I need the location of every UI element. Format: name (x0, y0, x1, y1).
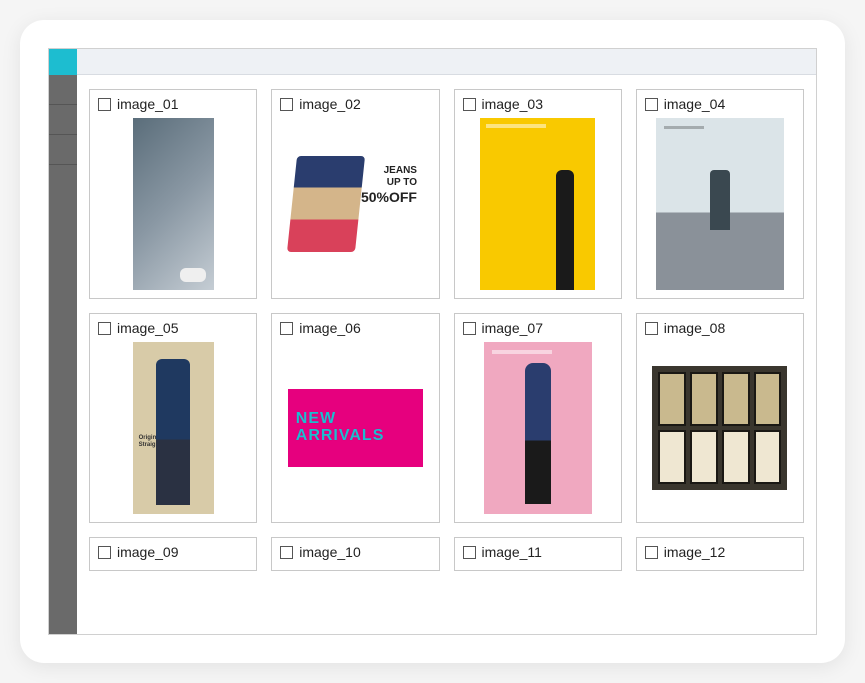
banner-text: NEW (296, 410, 336, 427)
thumbnail-card[interactable]: image_01 (89, 89, 257, 299)
thumbnail-image[interactable] (98, 118, 248, 290)
thumbnail-image[interactable] (463, 342, 613, 514)
card-header: image_11 (463, 544, 613, 560)
card-header: image_09 (98, 544, 248, 560)
thumbnail-label: image_05 (117, 320, 179, 336)
caption-text: Straight Jeans (139, 442, 180, 448)
thumbnail-image[interactable]: JEANSUP TO50%OFF (280, 118, 430, 290)
thumbnail-card[interactable]: image_08 (636, 313, 804, 523)
thumbnail-image[interactable] (645, 342, 795, 514)
thumbnail-card[interactable]: image_09 (89, 537, 257, 571)
promo-text: JEANS (384, 165, 417, 176)
thumbnail-image[interactable]: NEWARRIVALS (280, 342, 430, 514)
thumbnail-card[interactable]: image_02 JEANSUP TO50%OFF (271, 89, 439, 299)
thumbnail-image[interactable] (463, 118, 613, 290)
thumbnail-label: image_07 (482, 320, 544, 336)
sidebar-nav-item[interactable] (49, 135, 77, 165)
thumbnail-card[interactable]: image_12 (636, 537, 804, 571)
select-checkbox[interactable] (280, 98, 293, 111)
thumbnail-grid: image_01 image_02 JEANSUP TO50%OFF (89, 89, 804, 571)
topbar (77, 49, 816, 75)
card-header: image_03 (463, 96, 613, 112)
promo-text: UP TO (387, 177, 417, 188)
card-header: image_05 (98, 320, 248, 336)
thumbnail-label: image_06 (299, 320, 361, 336)
thumbnail-image[interactable] (645, 118, 795, 290)
card-header: image_04 (645, 96, 795, 112)
select-checkbox[interactable] (645, 98, 658, 111)
select-checkbox[interactable] (280, 546, 293, 559)
thumbnail-image[interactable]: OriginalStraight Jeans (98, 342, 248, 514)
thumbnail-label: image_02 (299, 96, 361, 112)
caption-text: Original (139, 435, 162, 441)
window-frame: image_01 image_02 JEANSUP TO50%OFF (20, 20, 845, 663)
card-header: image_07 (463, 320, 613, 336)
app-shell: image_01 image_02 JEANSUP TO50%OFF (48, 48, 817, 635)
sidebar-nav-item[interactable] (49, 75, 77, 105)
thumbnail-card[interactable]: image_04 (636, 89, 804, 299)
card-header: image_12 (645, 544, 795, 560)
sidebar-accent[interactable] (49, 49, 77, 75)
select-checkbox[interactable] (645, 546, 658, 559)
thumbnail-label: image_11 (482, 544, 542, 560)
select-checkbox[interactable] (98, 98, 111, 111)
select-checkbox[interactable] (463, 322, 476, 335)
thumbnail-label: image_03 (482, 96, 544, 112)
banner-text: ARRIVALS (296, 427, 385, 444)
thumbnail-card[interactable]: image_05 OriginalStraight Jeans (89, 313, 257, 523)
thumbnail-card[interactable]: image_11 (454, 537, 622, 571)
card-header: image_08 (645, 320, 795, 336)
promo-text: 50%OFF (361, 189, 417, 205)
grid-scroll[interactable]: image_01 image_02 JEANSUP TO50%OFF (77, 75, 816, 634)
select-checkbox[interactable] (98, 322, 111, 335)
thumbnail-label: image_01 (117, 96, 179, 112)
thumbnail-card[interactable]: image_06 NEWARRIVALS (271, 313, 439, 523)
main-panel: image_01 image_02 JEANSUP TO50%OFF (77, 49, 816, 634)
sidebar-nav-item[interactable] (49, 105, 77, 135)
thumbnail-label: image_10 (299, 544, 361, 560)
thumbnail-label: image_08 (664, 320, 726, 336)
select-checkbox[interactable] (645, 322, 658, 335)
select-checkbox[interactable] (98, 546, 111, 559)
select-checkbox[interactable] (280, 322, 293, 335)
thumbnail-card[interactable]: image_03 (454, 89, 622, 299)
thumbnail-label: image_04 (664, 96, 726, 112)
card-header: image_10 (280, 544, 430, 560)
select-checkbox[interactable] (463, 546, 476, 559)
sidebar (49, 49, 77, 634)
thumbnail-label: image_09 (117, 544, 179, 560)
card-header: image_06 (280, 320, 430, 336)
thumbnail-card[interactable]: image_07 (454, 313, 622, 523)
thumbnail-card[interactable]: image_10 (271, 537, 439, 571)
card-header: image_02 (280, 96, 430, 112)
select-checkbox[interactable] (463, 98, 476, 111)
card-header: image_01 (98, 96, 248, 112)
thumbnail-label: image_12 (664, 544, 726, 560)
